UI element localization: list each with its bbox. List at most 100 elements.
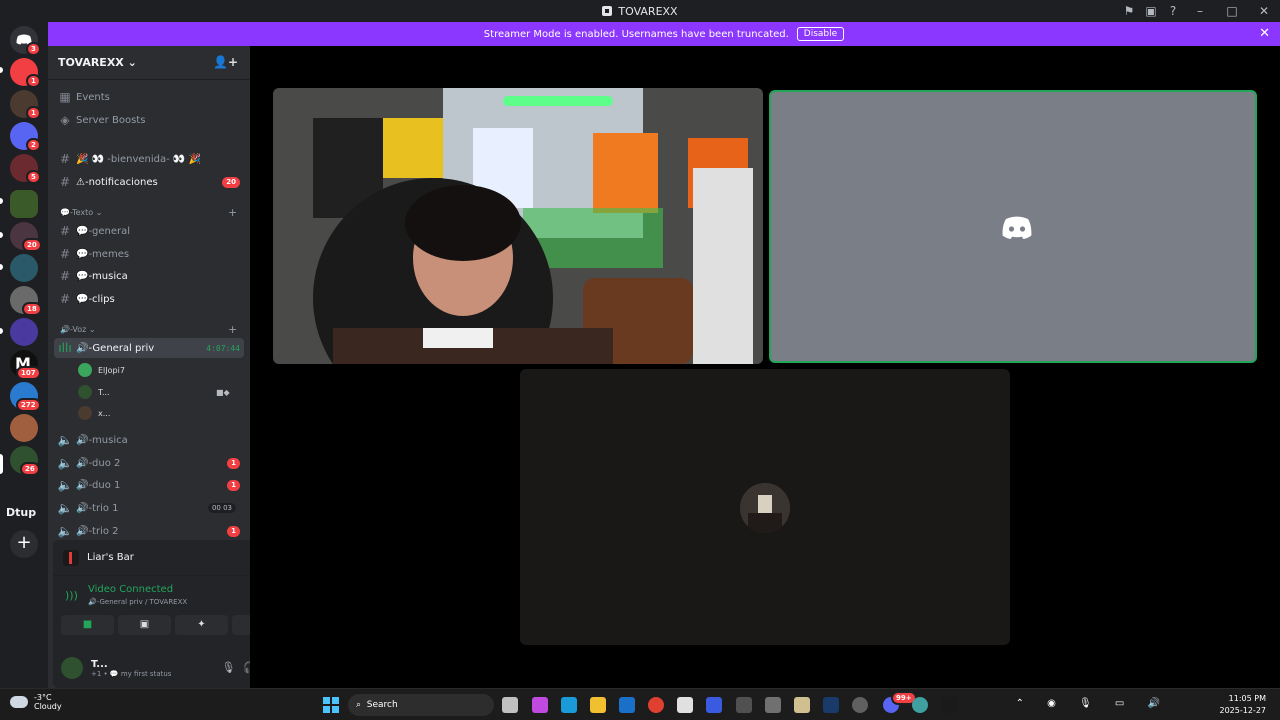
mention-badge: 20	[222, 176, 240, 188]
server-icon[interactable]	[10, 254, 38, 282]
voice-channel[interactable]: 🔈 🔊-duo 11	[54, 475, 244, 495]
share-screen-button[interactable]: ▣	[118, 615, 171, 635]
activities-button[interactable]: ✦	[175, 615, 228, 635]
file-explorer-icon[interactable]	[590, 697, 606, 713]
server-icon[interactable]	[10, 414, 38, 442]
voice-channel[interactable]: 🔈 🔊-trio 21	[54, 521, 244, 541]
video-icon: ■◆	[216, 387, 230, 397]
channel-item[interactable]: # 💬-memes	[54, 244, 244, 264]
server-icon[interactable]: 2	[10, 122, 41, 152]
clock[interactable]: 11:05 PM 2025-12-27	[1220, 693, 1267, 717]
app-icon[interactable]	[736, 697, 752, 713]
video-tile-audio[interactable]	[520, 369, 1010, 645]
channel-item[interactable]: # 💬-general	[54, 221, 244, 241]
help-icon[interactable]: ?	[1162, 4, 1184, 18]
voice-channel[interactable]: 🔈 🔊-duo 21	[54, 453, 244, 473]
voice-location[interactable]: 🔊-General priv / TOVAREXX	[88, 598, 187, 606]
voice-channel[interactable]: 🔈 🔊-trio 1 00 03	[54, 498, 244, 518]
user-count-badge: 1	[227, 457, 240, 469]
microphone-icon[interactable]: 🎙	[221, 661, 243, 674]
server-name: TOVAREXX	[58, 56, 124, 69]
hash-icon: #	[59, 152, 71, 166]
mail-icon[interactable]	[619, 697, 635, 713]
window-title: TOVAREXX	[618, 4, 678, 18]
app-icon[interactable]	[912, 697, 928, 713]
notification-badge: 26	[20, 462, 40, 476]
copilot-icon[interactable]	[532, 697, 548, 713]
close-icon[interactable]: ✕	[1259, 26, 1270, 41]
invite-icon[interactable]: 👤+	[213, 55, 238, 69]
server-icon[interactable]	[10, 190, 38, 218]
notepad-icon[interactable]	[794, 697, 810, 713]
tools-icon[interactable]	[765, 697, 781, 713]
server-icon[interactable]: 26	[10, 446, 40, 476]
flag-icon[interactable]: ⚑	[1118, 4, 1140, 18]
channel-item[interactable]: # 💬-clips	[54, 289, 244, 309]
voice-member[interactable]: x...	[78, 403, 110, 423]
add-server-button[interactable]: +	[10, 530, 38, 558]
app-icon[interactable]	[706, 697, 722, 713]
user-count-badge: 1	[227, 479, 240, 491]
server-icon[interactable]: M 107	[10, 350, 41, 380]
speaker-icon: 🔈	[57, 524, 73, 538]
start-button[interactable]	[323, 697, 339, 713]
server-icon[interactable]: 18	[10, 286, 42, 316]
store-icon[interactable]	[677, 697, 693, 713]
chrome-icon[interactable]	[648, 697, 664, 713]
server-icon[interactable]	[10, 318, 38, 346]
server-rail: 3 1 1 2 5 20 18 M 107 272 26 Dtup +	[0, 22, 48, 688]
notification-badge: 107	[16, 366, 41, 380]
obs-icon[interactable]	[852, 697, 868, 713]
server-header[interactable]: TOVAREXX ⌄ 👤+	[48, 46, 250, 80]
weather-widget[interactable]: -3°C Cloudy	[10, 693, 62, 711]
server-icon[interactable]: 5	[10, 154, 41, 184]
server-icon[interactable]: 272	[10, 382, 41, 412]
voice-member[interactable]: T... ■◆	[78, 382, 230, 402]
maximize-button[interactable]: □	[1216, 4, 1248, 18]
category-texto[interactable]: 💬-Texto ⌄ +	[60, 206, 237, 219]
events-item[interactable]: ▦ Events	[54, 87, 244, 107]
category-voz[interactable]: 🔊-Voz ⌄ +	[60, 323, 237, 336]
liars-bar-icon[interactable]	[942, 697, 958, 713]
channel-item[interactable]: # 💬-musica	[54, 266, 244, 286]
camera-button[interactable]: ■	[61, 615, 114, 635]
steam-icon[interactable]	[823, 697, 839, 713]
disable-streamer-button[interactable]: Disable	[796, 27, 845, 41]
notification-badge: 3	[26, 42, 41, 56]
task-view-icon[interactable]	[502, 697, 518, 713]
speaker-icon: 🔈	[57, 478, 73, 492]
minimize-button[interactable]: –	[1184, 4, 1216, 18]
server-icon[interactable]: 1	[10, 90, 41, 120]
notification-badge: 20	[22, 238, 42, 252]
voice-status[interactable]: Video Connected	[88, 584, 173, 595]
video-tile-camera[interactable]	[273, 88, 763, 364]
channel-item[interactable]: # 🎉 👀 -bienvenida- 👀 🎉	[54, 149, 244, 169]
server-icon[interactable]: 1	[10, 58, 41, 88]
video-tile-placeholder[interactable]	[769, 90, 1257, 363]
avatar	[78, 363, 92, 377]
search-box[interactable]: ⌕ Search	[348, 694, 494, 716]
hash-icon: #	[59, 175, 71, 189]
boosts-item[interactable]: ◈ Server Boosts	[54, 110, 244, 130]
add-channel-icon[interactable]: +	[228, 206, 237, 219]
server-icon[interactable]: 20	[10, 222, 42, 252]
hash-icon: #	[59, 269, 71, 283]
close-window-button[interactable]: ✕	[1248, 4, 1280, 18]
video-stage	[250, 46, 1280, 688]
folder-label[interactable]: Dtup	[6, 506, 36, 519]
inbox-icon[interactable]: ▣	[1140, 4, 1162, 18]
voice-channel[interactable]: 🔈 🔊-musica	[54, 430, 244, 450]
add-channel-icon[interactable]: +	[228, 323, 237, 336]
system-tray[interactable]: ⌃ ◉ 🎙 ▭ 🔊	[1016, 698, 1170, 709]
channel-item[interactable]: # ⚠-notificaciones 20	[54, 172, 244, 192]
weather-desc: Cloudy	[34, 702, 62, 711]
voice-channel-active[interactable]: ıllı 🔊-General priv 4:07:44	[54, 338, 244, 358]
edge-icon[interactable]	[561, 697, 577, 713]
boost-icon: ◈	[60, 113, 70, 127]
home-button[interactable]: 3	[10, 26, 41, 56]
voice-member[interactable]: ElJopi7	[78, 360, 125, 380]
discord-taskbar-icon[interactable]: 99+	[883, 691, 917, 713]
call-timer: 4:07:44	[206, 343, 240, 353]
user-limit-badge: 00 03	[207, 503, 236, 513]
window-titlebar: TOVAREXX ⚑ ▣ ? – □ ✕	[0, 0, 1280, 22]
